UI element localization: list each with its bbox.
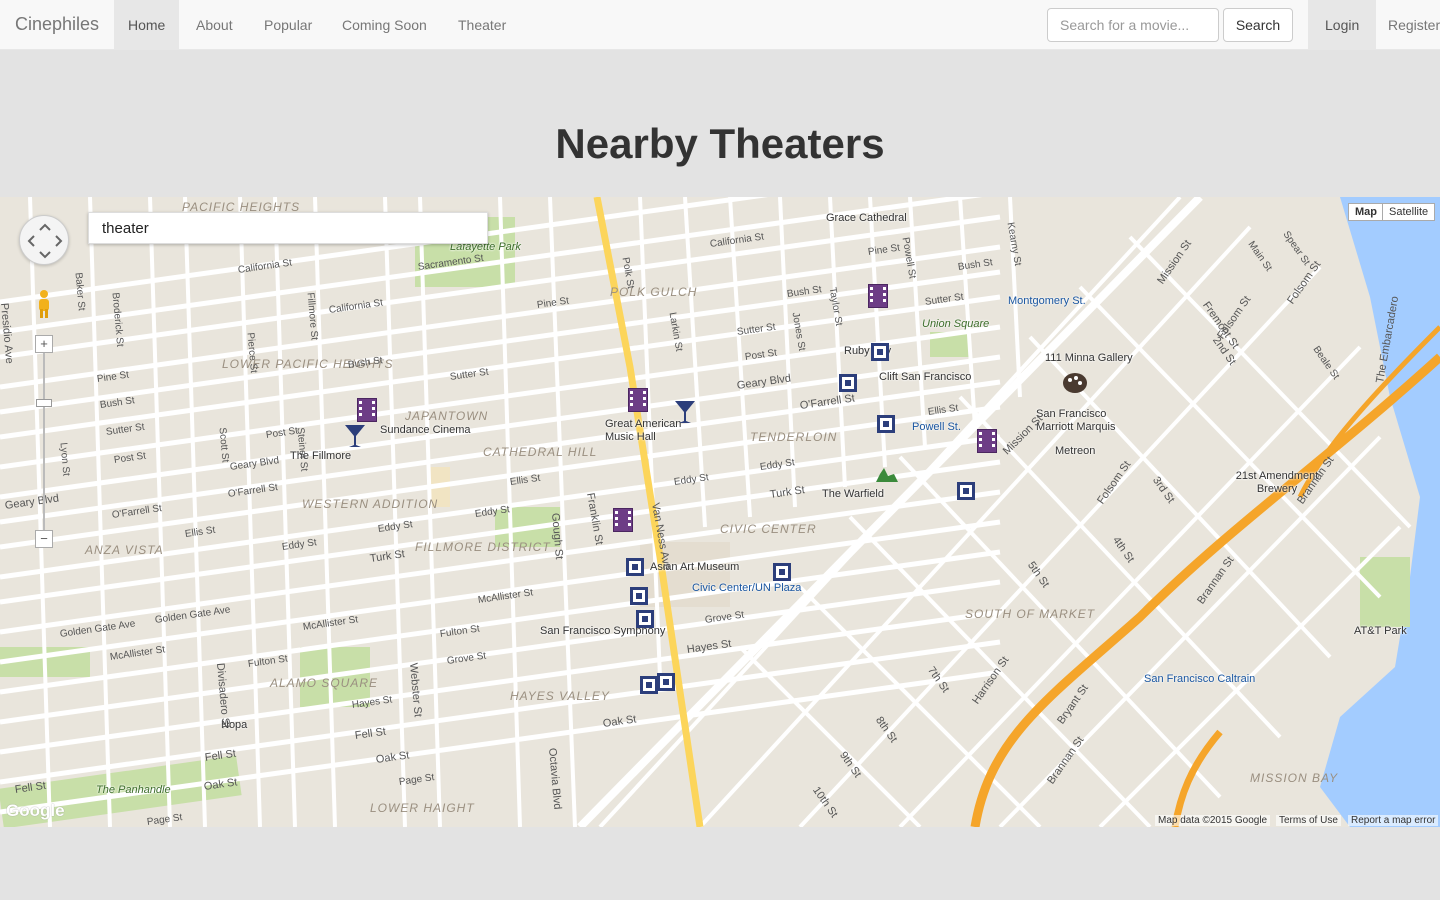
place-label[interactable]: San Francisco Caltrain <box>1144 673 1255 685</box>
report-map-error-link[interactable]: Report a map error <box>1348 815 1439 826</box>
venue-marker-icon[interactable] <box>626 558 644 576</box>
place-label[interactable]: The Panhandle <box>96 784 171 796</box>
theater-marker-icon[interactable] <box>628 388 648 412</box>
venue-marker-icon[interactable] <box>630 587 648 605</box>
venue-marker-icon[interactable] <box>839 374 857 392</box>
bar-marker-icon[interactable] <box>674 399 696 425</box>
nav-home[interactable]: Home <box>114 0 180 50</box>
google-logo[interactable]: Google <box>6 801 65 821</box>
venue-marker-icon[interactable] <box>640 676 658 694</box>
district-label: CATHEDRAL HILL <box>483 445 598 459</box>
nav-coming-soon[interactable]: Coming Soon <box>328 0 441 50</box>
venue-marker-icon[interactable] <box>773 563 791 581</box>
nav-login[interactable]: Login <box>1308 0 1377 50</box>
street-view-pegman-icon[interactable] <box>36 289 52 319</box>
place-label[interactable]: Montgomery St. <box>1008 295 1086 307</box>
district-label: ALAMO SQUARE <box>270 676 379 690</box>
district-label: POLK GULCH <box>610 285 698 299</box>
theater-marker-icon[interactable] <box>357 398 377 422</box>
theater-marker-icon[interactable] <box>613 508 633 532</box>
district-label: SOUTH OF MARKET <box>965 607 1096 621</box>
district-label: TENDERLOIN <box>750 430 838 444</box>
venue-marker-icon[interactable] <box>871 343 889 361</box>
map-base-layer <box>0 197 1440 827</box>
venue-marker-icon[interactable] <box>877 415 895 433</box>
place-label[interactable]: Sundance Cinema <box>380 424 471 436</box>
place-label[interactable]: Metreon <box>1055 445 1095 457</box>
place-label[interactable]: Civic Center/UN Plaza <box>692 582 801 594</box>
district-label: HAYES VALLEY <box>510 689 610 703</box>
pan-arrows-icon <box>27 223 63 259</box>
zoom-in-button[interactable]: + <box>35 335 53 353</box>
place-label[interactable]: 111 Minna Gallery <box>1045 352 1133 364</box>
terms-of-use-link[interactable]: Terms of Use <box>1276 815 1341 826</box>
venue-marker-icon[interactable] <box>636 610 654 628</box>
map-search-input[interactable] <box>88 212 488 244</box>
district-label: ANZA VISTA <box>85 543 164 557</box>
place-label[interactable]: Great American Music Hall <box>605 418 685 444</box>
map-type-map-button[interactable]: Map <box>1348 203 1384 221</box>
nav-register[interactable]: Register <box>1374 0 1440 50</box>
district-label: LOWER HAIGHT <box>370 801 475 815</box>
pan-control[interactable] <box>19 215 69 265</box>
place-label[interactable]: AT&T Park <box>1354 625 1407 637</box>
place-label[interactable]: Clift San Francisco <box>879 371 971 383</box>
place-label[interactable]: Grace Cathedral <box>826 212 907 224</box>
nav-about[interactable]: About <box>182 0 247 50</box>
navbar: Cinephiles Home About Popular Coming Soo… <box>0 0 1440 50</box>
search-button[interactable]: Search <box>1223 8 1293 42</box>
bar-marker-icon[interactable] <box>344 423 366 449</box>
brand-logo[interactable]: Cinephiles <box>15 14 99 35</box>
district-label: JAPANTOWN <box>405 409 489 423</box>
page-title: Nearby Theaters <box>555 120 885 167</box>
district-label: CIVIC CENTER <box>720 522 817 536</box>
map-data-attribution: Map data ©2015 Google <box>1155 815 1271 826</box>
theater-marker-icon[interactable] <box>868 284 888 308</box>
theater-marker-icon[interactable] <box>977 429 997 453</box>
district-label: MISSION BAY <box>1250 771 1339 785</box>
zoom-slider-track[interactable] <box>43 347 45 539</box>
place-label[interactable]: Powell St. <box>912 421 961 433</box>
park-marker-icon[interactable] <box>872 462 902 486</box>
place-label[interactable]: San Francisco Marriott Marquis <box>1036 408 1126 434</box>
movie-search-input[interactable] <box>1047 8 1219 42</box>
zoom-out-button[interactable]: − <box>35 530 53 548</box>
nav-popular[interactable]: Popular <box>250 0 326 50</box>
district-label: WESTERN ADDITION <box>302 497 439 511</box>
art-gallery-marker-icon[interactable] <box>1060 371 1090 395</box>
place-label[interactable]: The Warfield <box>822 488 884 500</box>
district-label: FILLMORE DISTRICT <box>415 540 551 554</box>
venue-marker-icon[interactable] <box>957 482 975 500</box>
place-label[interactable]: Union Square <box>922 318 989 330</box>
zoom-slider-handle[interactable] <box>36 399 52 407</box>
map-type-satellite-button[interactable]: Satellite <box>1382 203 1436 221</box>
venue-marker-icon[interactable] <box>657 673 675 691</box>
theater-map[interactable]: PACIFIC HEIGHTS POLK GULCH LOWER PACIFIC… <box>0 197 1440 827</box>
nav-theater[interactable]: Theater <box>444 0 520 50</box>
